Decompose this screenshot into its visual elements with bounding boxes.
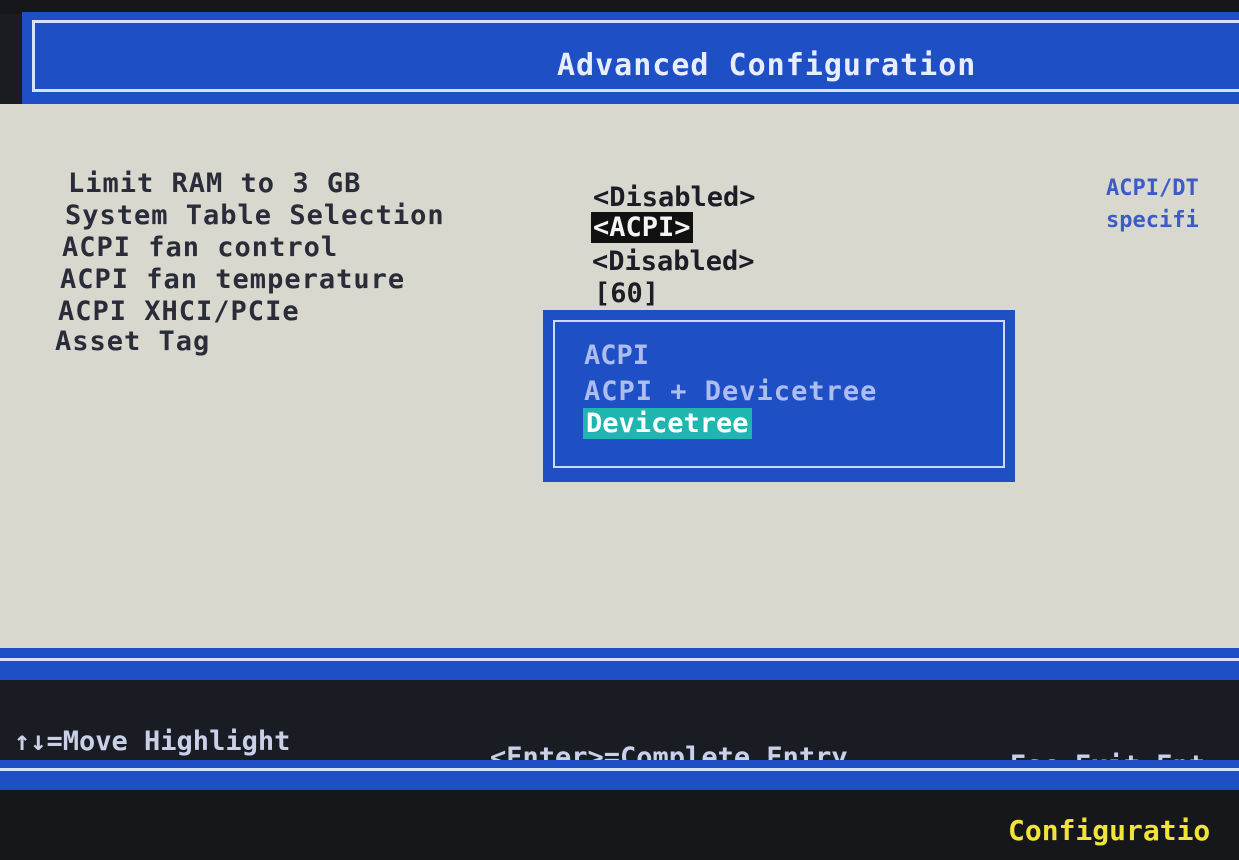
footer-divider xyxy=(0,760,1239,790)
title-bar: Advanced Configuration xyxy=(22,12,1239,104)
setting-value-system-table[interactable]: <ACPI> xyxy=(591,212,693,243)
setting-value-fan-control[interactable]: <Disabled> xyxy=(592,246,755,277)
setting-value-limit-ram[interactable]: <Disabled> xyxy=(593,182,756,213)
content-divider xyxy=(0,648,1239,680)
status-menu-label: Configuratio xyxy=(1008,814,1211,847)
popup-option-acpi-devicetree[interactable]: ACPI + Devicetree xyxy=(584,376,877,407)
popup-option-acpi[interactable]: ACPI xyxy=(584,340,649,371)
hint-move-highlight: ↑↓=Move Highlight xyxy=(14,726,291,757)
setting-label-limit-ram[interactable]: Limit RAM to 3 GB xyxy=(68,168,361,199)
setting-label-xhci-pcie[interactable]: ACPI XHCI/PCIe xyxy=(58,296,300,327)
setting-label-fan-temperature[interactable]: ACPI fan temperature xyxy=(60,264,405,295)
popup-option-devicetree[interactable]: Devicetree xyxy=(583,408,752,439)
setting-label-asset-tag[interactable]: Asset Tag xyxy=(55,326,210,357)
setting-label-fan-control[interactable]: ACPI fan control xyxy=(62,232,338,263)
page-title: Advanced Configuration xyxy=(557,48,977,83)
options-popup: ACPI ACPI + Devicetree Devicetree xyxy=(543,310,1015,482)
help-text-line2: specifi xyxy=(1106,208,1199,233)
setting-value-fan-temperature[interactable]: [60] xyxy=(594,278,659,309)
setting-label-system-table[interactable]: System Table Selection xyxy=(65,200,445,231)
help-text-line1: ACPI/DT xyxy=(1106,176,1199,201)
